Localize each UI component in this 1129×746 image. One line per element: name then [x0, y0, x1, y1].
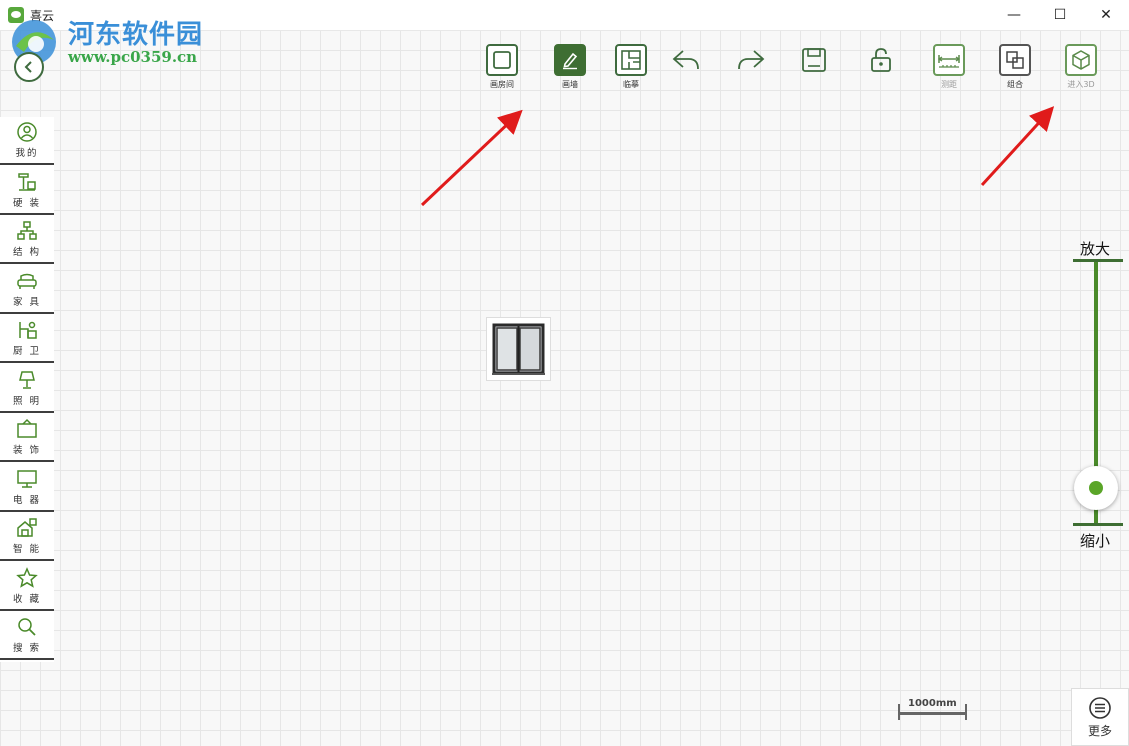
sidebar-item-label: 家 具 [12, 296, 42, 308]
sidebar-item-label: 我的 [15, 148, 39, 159]
design-canvas[interactable] [0, 30, 1129, 746]
sidebar-item-appliances[interactable]: 电 器 [0, 464, 54, 512]
kitchen-icon [19, 321, 37, 339]
lock-tool[interactable] [861, 44, 901, 76]
measure-label: 测距 [941, 80, 957, 89]
more-label: 更多 [1087, 723, 1112, 738]
sidebar-item-lighting[interactable]: 照 明 [0, 365, 54, 413]
sidebar-item-label: 厨 卫 [12, 346, 42, 357]
app-logo-icon [8, 7, 24, 23]
smart-home-icon [17, 518, 37, 537]
more-button[interactable]: 更多 [1071, 688, 1129, 746]
star-icon [16, 566, 38, 588]
enter-3d-tool[interactable]: 进入3D [1061, 44, 1101, 90]
title-bar: 喜云 — ☐ ✕ [0, 0, 1129, 31]
sidebar-item-favorites[interactable]: 收 藏 [0, 563, 54, 611]
trace-label: 临摹 [623, 80, 639, 89]
lock-button[interactable] [865, 44, 897, 76]
sliding-window-icon [492, 323, 545, 375]
sidebar-item-search[interactable]: 搜 索 [0, 612, 54, 660]
undo-tool[interactable] [666, 44, 706, 76]
combine-icon [1006, 51, 1024, 69]
zoom-top-cap [1073, 259, 1123, 262]
sidebar-item-label: 装 饰 [12, 445, 42, 456]
room-square-icon [493, 51, 511, 69]
sidebar-item-label: 结 构 [12, 247, 42, 258]
maximize-button[interactable]: ☐ [1037, 0, 1083, 30]
save-button[interactable] [798, 44, 830, 76]
combine-label: 组合 [1007, 80, 1023, 89]
frame-icon [17, 418, 37, 438]
sidebar-item-mine[interactable]: 我的 [0, 117, 54, 165]
unlock-icon [871, 48, 891, 72]
sidebar-item-kitchen-bath[interactable]: 厨 卫 [0, 315, 54, 363]
zoom-out-label[interactable]: 缩小 [1080, 530, 1110, 551]
sidebar-item-label: 智 能 [12, 544, 42, 555]
redo-icon [738, 50, 765, 70]
combine-button[interactable] [999, 44, 1031, 76]
scale-tick-left [898, 704, 900, 720]
save-icon [802, 48, 826, 72]
placed-window-object[interactable] [486, 317, 551, 381]
redo-tool[interactable] [731, 44, 771, 76]
sofa-icon [17, 273, 37, 289]
draw-room-tool[interactable]: 画房间 [482, 44, 522, 90]
save-tool[interactable] [794, 44, 834, 76]
monitor-icon [17, 469, 37, 488]
enter-3d-label: 进入3D [1067, 80, 1095, 89]
cube-icon [1072, 50, 1090, 70]
sidebar-item-label: 搜 索 [12, 643, 42, 654]
sidebar-item-hardware[interactable]: 硬 装 [0, 167, 54, 215]
draw-wall-button[interactable] [554, 44, 586, 76]
measure-tool[interactable]: 测距 [929, 44, 969, 90]
pencil-icon [563, 52, 578, 70]
draw-room-button[interactable] [486, 44, 518, 76]
sidebar-item-decoration[interactable]: 装 饰 [0, 414, 54, 462]
search-icon [18, 618, 36, 636]
window-title: 喜云 [30, 9, 55, 23]
sidebar-item-furniture[interactable]: 家 具 [0, 266, 54, 314]
sidebar-item-structure[interactable]: 结 构 [0, 216, 54, 264]
draw-room-label: 画房间 [490, 80, 514, 89]
scale-label: 1000mm [908, 698, 957, 709]
combine-tool[interactable]: 组合 [995, 44, 1035, 90]
ruler-icon [937, 55, 961, 68]
scale-bar [900, 712, 966, 715]
zoom-in-label[interactable]: 放大 [1080, 238, 1110, 259]
menu-circle-icon [1089, 696, 1111, 719]
trace-button[interactable] [615, 44, 647, 76]
back-button[interactable] [14, 52, 44, 82]
structure-icon [17, 221, 37, 240]
sidebar-item-smart[interactable]: 智 能 [0, 513, 54, 561]
scale-tick-right [965, 704, 967, 720]
trace-tool[interactable]: 临摹 [611, 44, 651, 90]
category-sidebar: 我的 硬 装 结 构 家 具 厨 卫 照 明 装 饰 电 器 智 能 收 藏 搜… [0, 117, 54, 662]
sidebar-item-label: 收 藏 [12, 593, 42, 605]
draw-wall-label: 画墙 [562, 80, 578, 89]
lamp-icon [19, 370, 35, 389]
enter-3d-button[interactable] [1065, 44, 1097, 76]
draw-wall-tool[interactable]: 画墙 [550, 44, 590, 90]
chevron-left-icon [24, 61, 32, 73]
user-icon [17, 122, 37, 142]
measure-button[interactable] [933, 44, 965, 76]
hardware-icon [18, 172, 36, 191]
floorplan-icon [621, 50, 641, 70]
sidebar-item-label: 电 器 [12, 494, 42, 506]
undo-button[interactable] [670, 44, 702, 76]
redo-button[interactable] [735, 44, 767, 76]
undo-icon [672, 50, 699, 70]
close-button[interactable]: ✕ [1083, 0, 1129, 30]
minimize-button[interactable]: — [991, 0, 1037, 30]
zoom-slider-handle[interactable] [1074, 466, 1118, 510]
sidebar-item-label: 硬 装 [12, 197, 42, 209]
sidebar-item-label: 照 明 [12, 395, 42, 407]
zoom-bottom-cap [1073, 523, 1123, 526]
